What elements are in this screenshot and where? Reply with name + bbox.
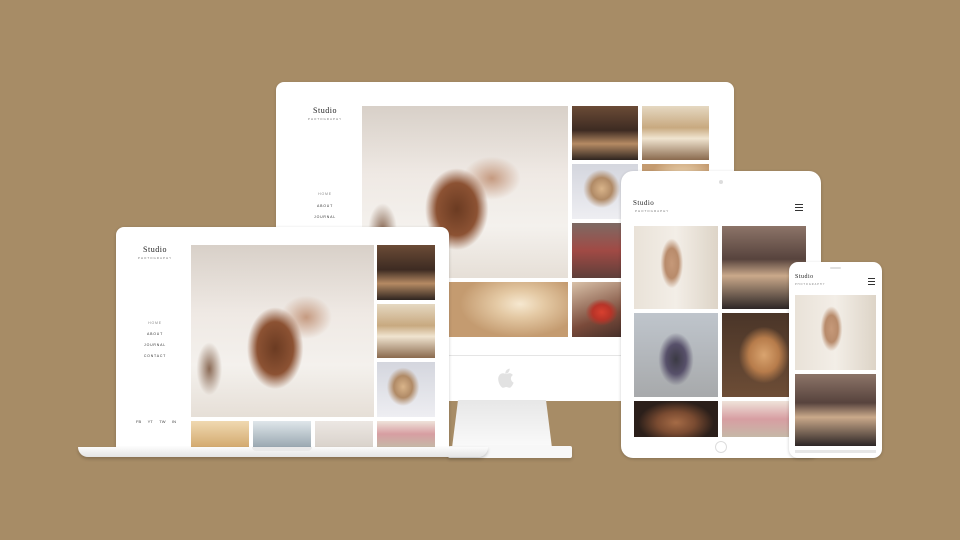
facebook-link[interactable]: FB (136, 419, 141, 424)
imac-gallery-photo[interactable] (642, 106, 709, 160)
imac-nav-journal[interactable]: JOURNAL (300, 215, 350, 219)
tablet-home-button[interactable] (715, 441, 727, 453)
tablet-menu-icon[interactable] (795, 204, 803, 213)
imac-nav-about[interactable]: ABOUT (300, 204, 350, 208)
instagram-link[interactable]: IN (172, 419, 176, 424)
laptop-gallery-photo[interactable] (191, 421, 249, 447)
laptop-nav-journal[interactable]: JOURNAL (131, 343, 179, 347)
tablet-gallery-photo[interactable] (634, 226, 718, 309)
laptop-gallery-photo[interactable] (253, 421, 311, 447)
laptop-hero-photo[interactable] (191, 245, 374, 417)
tablet-camera (719, 180, 723, 184)
mockup-canvas: { "brand": { "name": "Studio", "tagline"… (0, 0, 960, 540)
laptop-gallery-photo[interactable] (377, 304, 435, 358)
laptop-gallery-photo[interactable] (377, 421, 435, 447)
laptop-gallery-photo[interactable] (315, 421, 373, 447)
tablet-site-tagline: PHOTOGRAPHY (635, 209, 670, 213)
imac-stand (452, 400, 552, 448)
phone-gallery-photo[interactable] (795, 295, 876, 370)
laptop-nav-contact[interactable]: CONTACT (131, 354, 179, 358)
laptop-site-tagline: PHOTOGRAPHY (137, 256, 173, 260)
phone-site-logo[interactable]: Studio (795, 274, 825, 280)
imac-site-tagline: PHOTOGRAPHY (307, 117, 343, 121)
laptop-nav-home[interactable]: HOME (131, 321, 179, 325)
phone-gallery-photo[interactable] (795, 374, 876, 446)
youtube-link[interactable]: YT (148, 419, 153, 424)
laptop-social-links: FB YT TW IN (136, 419, 176, 424)
twitter-link[interactable]: TW (159, 419, 165, 424)
imac-site-logo[interactable]: Studio (300, 106, 350, 115)
imac-nav-home[interactable]: HOME (300, 192, 350, 196)
tablet-gallery-photo[interactable] (634, 313, 718, 397)
tablet-gallery-photo[interactable] (634, 401, 718, 437)
laptop-screen-frame: Studio PHOTOGRAPHY HOME ABOUT JOURNAL CO… (116, 227, 449, 447)
phone-site-tagline: PHOTOGRAPHY (795, 283, 826, 286)
laptop-nav-about[interactable]: ABOUT (131, 332, 179, 336)
tablet-site-logo[interactable]: Studio (633, 199, 671, 207)
apple-logo-icon (498, 368, 514, 388)
laptop-notch (252, 447, 312, 451)
imac-gallery-photo[interactable] (448, 282, 568, 337)
phone-speaker (830, 267, 841, 269)
laptop-gallery-photo[interactable] (377, 245, 435, 300)
laptop-gallery-photo[interactable] (377, 362, 435, 417)
imac-gallery-photo[interactable] (572, 106, 638, 160)
phone-frame: Studio PHOTOGRAPHY (789, 262, 882, 458)
phone-home-indicator (795, 450, 876, 453)
laptop-site-logo[interactable]: Studio (131, 245, 179, 254)
phone-menu-icon[interactable] (868, 278, 875, 287)
